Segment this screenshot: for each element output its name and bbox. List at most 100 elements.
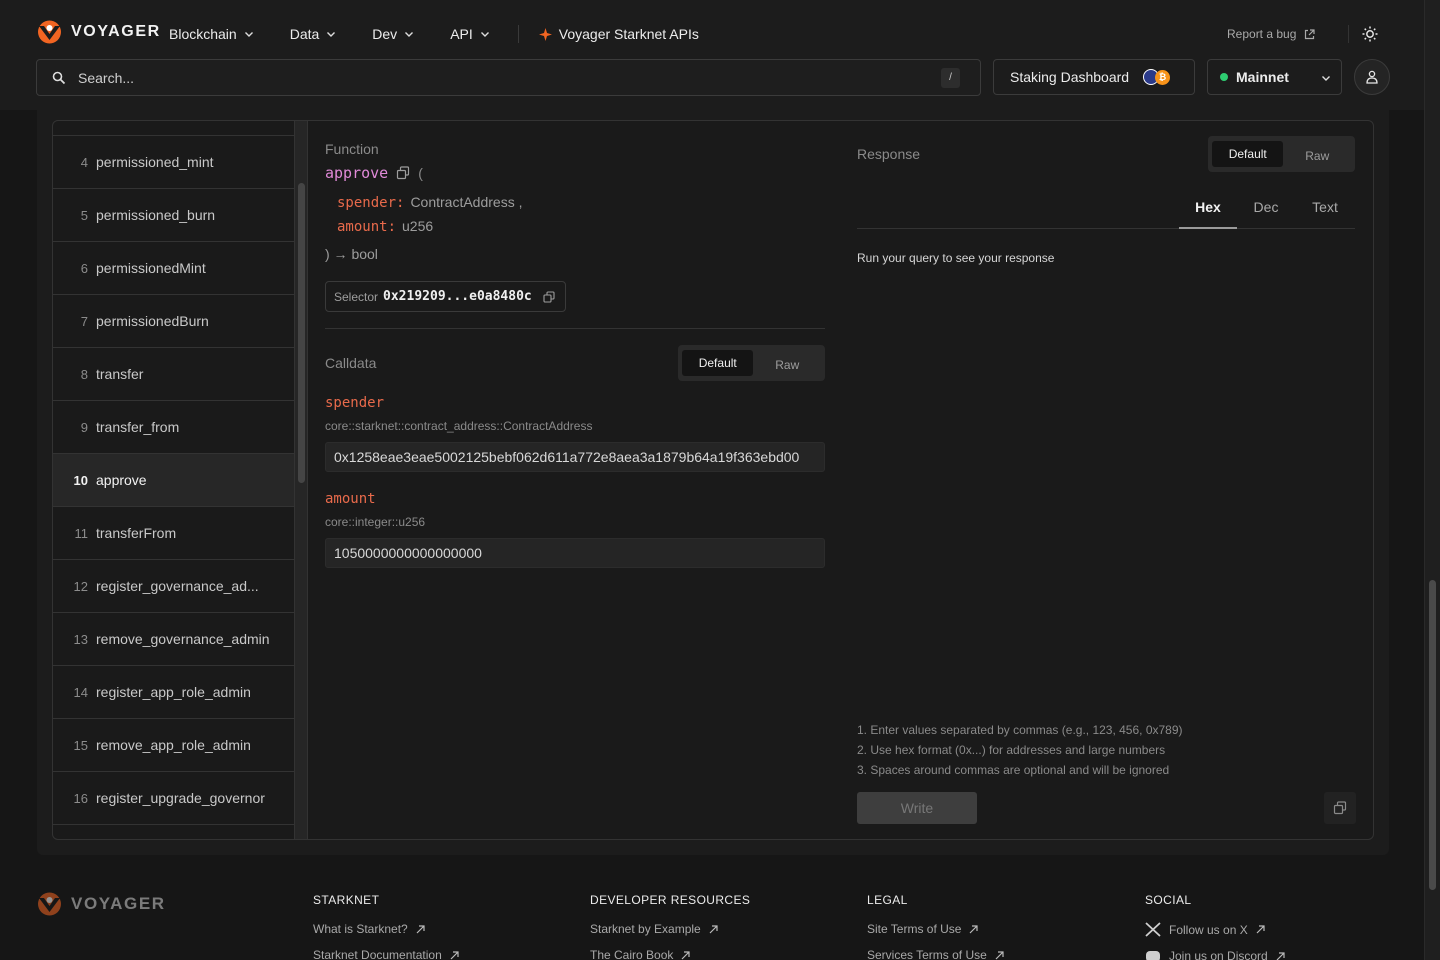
function-section-label: Function — [325, 141, 379, 157]
arrow-up-right-icon — [1256, 925, 1265, 934]
function-name: permissionedMint — [96, 260, 206, 276]
function-item-approve[interactable]: 10 approve — [53, 454, 294, 507]
nav-data[interactable]: Data — [290, 26, 337, 42]
function-item-transferFrom[interactable]: 11 transferFrom — [53, 507, 294, 560]
tab-dec[interactable]: Dec — [1243, 199, 1289, 229]
function-list-scroll-thumb[interactable] — [298, 183, 305, 483]
external-link-icon — [1305, 28, 1315, 39]
voyager-apis-link[interactable]: Voyager Starknet APIs — [538, 26, 699, 42]
arrow-up-right-icon — [681, 950, 690, 959]
function-index: 8 — [80, 366, 88, 382]
function-item-permissionedBurn[interactable]: 7 permissionedBurn — [53, 295, 294, 348]
function-item-register_app_role_admin[interactable]: 14 register_app_role_admin — [53, 666, 294, 719]
top-header: VOYAGER Blockchain Data Dev API Voyager … — [0, 0, 1424, 110]
footer-link-discord[interactable]: Join us on Discord — [1145, 949, 1285, 960]
footer-logo[interactable]: VOYAGER — [36, 892, 166, 916]
function-signature: approve ( — [325, 164, 423, 182]
function-item-permissionedMint[interactable]: 6 permissionedMint — [53, 242, 294, 295]
footer-link[interactable]: Starknet Documentation — [313, 948, 459, 960]
write-button[interactable]: Write — [857, 792, 977, 824]
footer-column-title: STARKNET — [313, 893, 380, 907]
response-mode-default[interactable]: Default — [1212, 141, 1284, 167]
network-label: Mainnet — [1236, 69, 1289, 85]
function-list-scrollbar[interactable] — [294, 121, 308, 839]
copy-icon[interactable] — [543, 290, 555, 303]
voyager-logo[interactable]: VOYAGER — [36, 20, 161, 44]
footer-link-label: Services Terms of Use — [867, 948, 987, 960]
footer-link[interactable]: Starknet by Example — [590, 922, 750, 936]
footer-link[interactable]: Site Terms of Use — [867, 922, 1004, 936]
page-scroll-thumb[interactable] — [1429, 580, 1436, 890]
footer-link-label: Join us on Discord — [1169, 949, 1268, 960]
tab-text[interactable]: Text — [1299, 199, 1351, 229]
function-arg-amount: amount: u256 — [337, 218, 433, 235]
function-index: 14 — [73, 684, 88, 700]
footer-link-x[interactable]: Follow us on X — [1145, 922, 1285, 937]
function-item-transfer_from[interactable]: 9 transfer_from — [53, 401, 294, 454]
response-panel: Response Default Raw Hex Dec Text Run yo… — [857, 121, 1356, 839]
chevron-down-icon — [244, 32, 253, 37]
function-item-register_governance_admin[interactable]: 12 register_governance_ad... — [53, 560, 294, 613]
spender-input[interactable] — [325, 442, 825, 472]
selector-chip: Selector 0x219209...e0a8480c — [325, 281, 566, 312]
nav-dev-label: Dev — [372, 26, 398, 42]
search-input[interactable] — [78, 69, 918, 86]
arrow-up-right-icon — [709, 924, 718, 933]
calldata-mode-raw[interactable]: Raw — [753, 352, 821, 378]
arrow-up-right-icon — [1276, 951, 1285, 960]
voyager-logo-icon — [38, 892, 61, 916]
network-selector[interactable]: Mainnet — [1207, 59, 1342, 95]
arrow-up-right-icon — [995, 950, 1004, 959]
function-return-type: ) → bool — [325, 246, 378, 262]
report-bug-link[interactable]: Report a bug — [1227, 27, 1315, 41]
user-account-button[interactable] — [1354, 59, 1390, 95]
function-item-permissioned_burn[interactable]: 5 permissioned_burn — [53, 189, 294, 242]
function-index: 4 — [80, 154, 88, 170]
voyager-apis-label: Voyager Starknet APIs — [558, 26, 699, 42]
function-index: 15 — [73, 737, 88, 753]
search-bar[interactable]: / — [36, 59, 981, 96]
function-name: permissioned_mint — [96, 154, 214, 170]
function-item-permissioned_mint[interactable]: 4 permissioned_mint — [53, 136, 294, 189]
amount-input[interactable] — [325, 538, 825, 568]
response-empty-message: Run your query to see your response — [857, 251, 1055, 265]
user-icon — [1366, 70, 1378, 84]
function-item-transfer[interactable]: 8 transfer — [53, 348, 294, 401]
arg-type: u256 — [402, 218, 434, 234]
list-item[interactable] — [53, 121, 294, 136]
function-detail-panel: Function approve ( spender: ContractAddr… — [325, 121, 825, 839]
nav-api[interactable]: API — [450, 26, 490, 42]
nav-dev[interactable]: Dev — [372, 26, 414, 42]
page-scrollbar[interactable] — [1424, 0, 1440, 960]
footer-link-label: Site Terms of Use — [867, 922, 962, 936]
arrow-up-right-icon — [416, 924, 425, 933]
footer-link[interactable]: What is Starknet? — [313, 922, 459, 936]
staking-dashboard-button[interactable]: Staking Dashboard ₿ — [993, 59, 1195, 95]
nav-blockchain[interactable]: Blockchain — [169, 26, 254, 42]
function-index: 9 — [80, 419, 88, 435]
tab-hex[interactable]: Hex — [1179, 199, 1237, 229]
footer-link[interactable]: Services Terms of Use — [867, 948, 1004, 960]
footer-link-label: Starknet Documentation — [313, 948, 442, 960]
footer-column-title: DEVELOPER RESOURCES — [590, 893, 751, 907]
function-arg-spender: spender: ContractAddress , — [337, 194, 523, 211]
function-index: 11 — [74, 525, 89, 541]
footer-link[interactable]: The Cairo Book — [590, 948, 750, 960]
list-item[interactable] — [53, 825, 294, 839]
function-name: permissionedBurn — [96, 313, 209, 329]
function-item-remove_governance_admin[interactable]: 13 remove_governance_admin — [53, 613, 294, 666]
function-item-remove_app_role_admin[interactable]: 15 remove_app_role_admin — [53, 719, 294, 772]
nav-divider — [517, 25, 519, 43]
copy-response-button[interactable] — [1324, 792, 1356, 824]
function-item-register_upgrade_governor[interactable]: 16 register_upgrade_governor — [53, 772, 294, 825]
arrow-up-right-icon — [970, 924, 979, 933]
calldata-mode-default[interactable]: Default — [682, 350, 754, 376]
function-index: 16 — [73, 790, 88, 806]
copy-icon[interactable] — [396, 166, 410, 180]
function-index: 13 — [73, 631, 88, 647]
function-index: 7 — [80, 313, 88, 329]
nav-data-label: Data — [289, 26, 320, 42]
response-mode-raw[interactable]: Raw — [1283, 143, 1351, 169]
search-icon — [52, 71, 66, 84]
sun-icon[interactable] — [1360, 24, 1380, 44]
